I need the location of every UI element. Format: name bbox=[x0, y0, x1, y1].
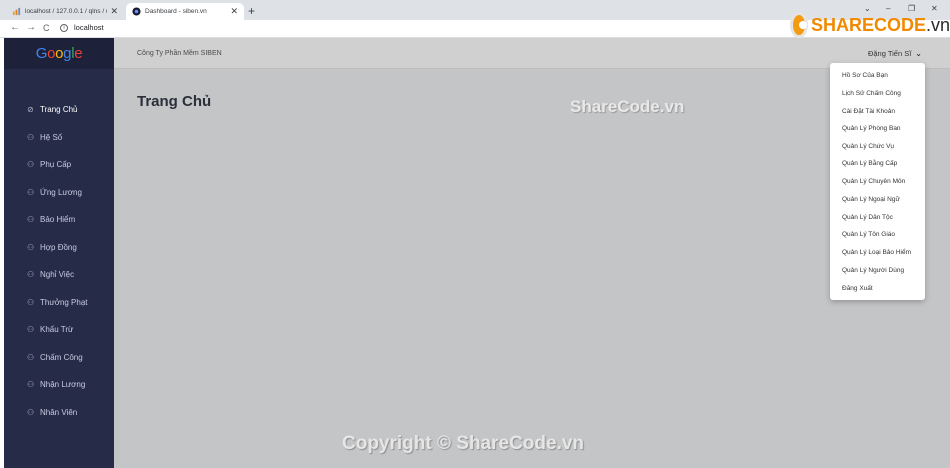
phpmyadmin-icon bbox=[12, 7, 21, 16]
sidebar-item-hop-dong[interactable]: ⚇ Hợp Đồng bbox=[4, 234, 114, 262]
users-icon: ⚇ bbox=[27, 215, 35, 225]
user-menu-toggle[interactable]: Đặng Tiến Sĩ ⌄ bbox=[868, 49, 922, 58]
tab-label: Dashboard - siben.vn bbox=[145, 8, 207, 15]
menu-item-quan-ly-ngoai-ngu[interactable]: Quản Lý Ngoại Ngữ bbox=[842, 196, 900, 203]
tab-phpmyadmin[interactable]: localhost / 127.0.0.1 / qlns / ungl ✕ bbox=[6, 3, 124, 20]
back-arrow-icon[interactable]: ← bbox=[10, 22, 20, 33]
page-title: Trang Chủ bbox=[137, 93, 212, 110]
watermark-copyright: Copyright © ShareCode.vn bbox=[342, 433, 585, 454]
menu-item-quan-ly-bang-cap[interactable]: Quản Lý Bằng Cấp bbox=[842, 160, 897, 167]
chevron-down-icon: ⌄ bbox=[915, 49, 922, 58]
sidebar-item-label: Khấu Trừ bbox=[40, 325, 74, 335]
sidebar-item-nghi-viec[interactable]: ⚇ Nghỉ Việc bbox=[4, 261, 114, 289]
main-content: Trang Chủ ShareCode.vn Copyright © Share… bbox=[114, 69, 950, 468]
sidebar-item-label: Nhận Lương bbox=[40, 380, 86, 390]
sidebar-item-khau-tru[interactable]: ⚇ Khấu Trừ bbox=[4, 316, 114, 344]
users-icon: ⚇ bbox=[27, 407, 35, 417]
menu-item-quan-ly-loai-bao-hiem[interactable]: Quản Lý Loại Bảo Hiểm bbox=[842, 249, 911, 256]
close-tab-icon[interactable]: ✕ bbox=[230, 6, 238, 17]
sidebar-item-cham-cong[interactable]: ⚇ Chấm Công bbox=[4, 344, 114, 372]
users-icon: ⚇ bbox=[27, 297, 35, 307]
sidebar-item-label: Trang Chủ bbox=[40, 105, 78, 115]
menu-item-quan-ly-ton-giao[interactable]: Quản Lý Tôn Giáo bbox=[842, 231, 895, 238]
top-header: Công Ty Phần Mềm SIBEN Đặng Tiến Sĩ ⌄ bbox=[114, 38, 950, 69]
google-logo[interactable]: G o o g l e bbox=[4, 38, 114, 69]
reload-icon[interactable]: C bbox=[43, 23, 50, 33]
users-icon: ⚇ bbox=[27, 325, 35, 335]
logo-letter: o bbox=[47, 45, 56, 62]
logo-letter: e bbox=[74, 45, 83, 62]
sidebar-nav: ⊘ Trang Chủ ⚇ Hệ Số ⚇ Phụ Cấp ⚇ Ứng Lươn… bbox=[4, 96, 114, 426]
menu-item-quan-ly-chuyen-mon[interactable]: Quản Lý Chuyên Môn bbox=[842, 178, 905, 185]
watermark-center: ShareCode.vn bbox=[570, 97, 685, 116]
sidebar-item-ung-luong[interactable]: ⚇ Ứng Lương bbox=[4, 179, 114, 207]
globe-icon bbox=[132, 7, 141, 16]
menu-item-cai-dat-tai-khoan[interactable]: Cài Đặt Tài Khoản bbox=[842, 108, 895, 115]
users-icon: ⚇ bbox=[27, 242, 35, 252]
sidebar-item-nhan-luong[interactable]: ⚇ Nhận Lương bbox=[4, 371, 114, 399]
info-icon[interactable]: i bbox=[60, 23, 68, 32]
menu-item-quan-ly-nguoi-dung[interactable]: Quản Lý Người Dùng bbox=[842, 267, 904, 274]
tab-dashboard[interactable]: Dashboard - siben.vn ✕ bbox=[126, 3, 244, 20]
sidebar-item-trang-chu[interactable]: ⊘ Trang Chủ bbox=[4, 96, 114, 124]
sharecode-logo-icon bbox=[790, 12, 808, 38]
sidebar-item-label: Bảo Hiểm bbox=[40, 215, 76, 225]
logo-letter: o bbox=[55, 45, 64, 62]
sidebar-item-label: Nhân Viên bbox=[40, 407, 78, 417]
users-icon: ⚇ bbox=[27, 380, 35, 390]
menu-item-dang-xuat[interactable]: Đăng Xuất bbox=[842, 285, 873, 292]
sidebar-item-he-so[interactable]: ⚇ Hệ Số bbox=[4, 124, 114, 152]
users-icon: ⚇ bbox=[27, 270, 35, 280]
sidebar-item-thuong-phat[interactable]: ⚇ Thưởng Phạt bbox=[4, 289, 114, 317]
close-tab-icon[interactable]: ✕ bbox=[110, 6, 118, 17]
menu-item-quan-ly-phong-ban[interactable]: Quản Lý Phòng Ban bbox=[842, 125, 901, 132]
company-name: Công Ty Phần Mềm SIBEN bbox=[137, 50, 222, 57]
users-icon: ⚇ bbox=[27, 132, 35, 142]
users-icon: ⚇ bbox=[27, 187, 35, 197]
sidebar-item-label: Chấm Công bbox=[40, 352, 83, 362]
menu-item-lich-su-cham-cong[interactable]: Lịch Sử Chấm Công bbox=[842, 90, 901, 97]
brand-text: SHARECODE.vn bbox=[811, 15, 950, 36]
sidebar-item-phu-cap[interactable]: ⚇ Phụ Cấp bbox=[4, 151, 114, 179]
sidebar-item-label: Thưởng Phạt bbox=[40, 297, 88, 307]
users-icon: ⚇ bbox=[27, 160, 35, 170]
user-name: Đặng Tiến Sĩ bbox=[867, 49, 912, 58]
menu-item-ho-so[interactable]: Hồ Sơ Của Bạn bbox=[842, 72, 888, 79]
users-icon: ⚇ bbox=[27, 352, 35, 362]
sharecode-logo: SHARECODE.vn bbox=[790, 10, 950, 40]
dashboard-icon: ⊘ bbox=[27, 105, 34, 115]
forward-arrow-icon[interactable]: → bbox=[26, 22, 36, 33]
sidebar-item-label: Nghỉ Việc bbox=[40, 270, 75, 280]
logo-letter: G bbox=[35, 45, 48, 62]
menu-item-quan-ly-dan-toc[interactable]: Quản Lý Dân Tộc bbox=[842, 214, 893, 221]
url-field[interactable]: i localhost bbox=[60, 23, 104, 32]
user-dropdown-menu: Hồ Sơ Của Bạn Lịch Sử Chấm Công Cài Đặt … bbox=[830, 63, 925, 300]
sidebar-item-label: Hệ Số bbox=[40, 132, 63, 142]
sidebar-item-bao-hiem[interactable]: ⚇ Bảo Hiểm bbox=[4, 206, 114, 234]
tab-label: localhost / 127.0.0.1 / qlns / ungl bbox=[25, 8, 107, 15]
brand-name: SHARECODE bbox=[810, 14, 926, 35]
sidebar-item-label: Hợp Đồng bbox=[40, 242, 77, 252]
sidebar-item-nhan-vien[interactable]: ⚇ Nhân Viên bbox=[4, 399, 114, 427]
new-tab-button[interactable]: + bbox=[248, 4, 255, 18]
logo-letter: g bbox=[63, 45, 72, 62]
url-text: localhost bbox=[74, 23, 104, 32]
menu-item-quan-ly-chuc-vu[interactable]: Quản Lý Chức Vụ bbox=[842, 143, 894, 150]
brand-domain: .vn bbox=[925, 14, 950, 35]
sidebar: G o o g l e ⊘ Trang Chủ ⚇ Hệ Số ⚇ Phụ Cấ… bbox=[4, 38, 114, 468]
sidebar-item-label: Ứng Lương bbox=[40, 187, 82, 197]
sidebar-item-label: Phụ Cấp bbox=[40, 160, 72, 170]
